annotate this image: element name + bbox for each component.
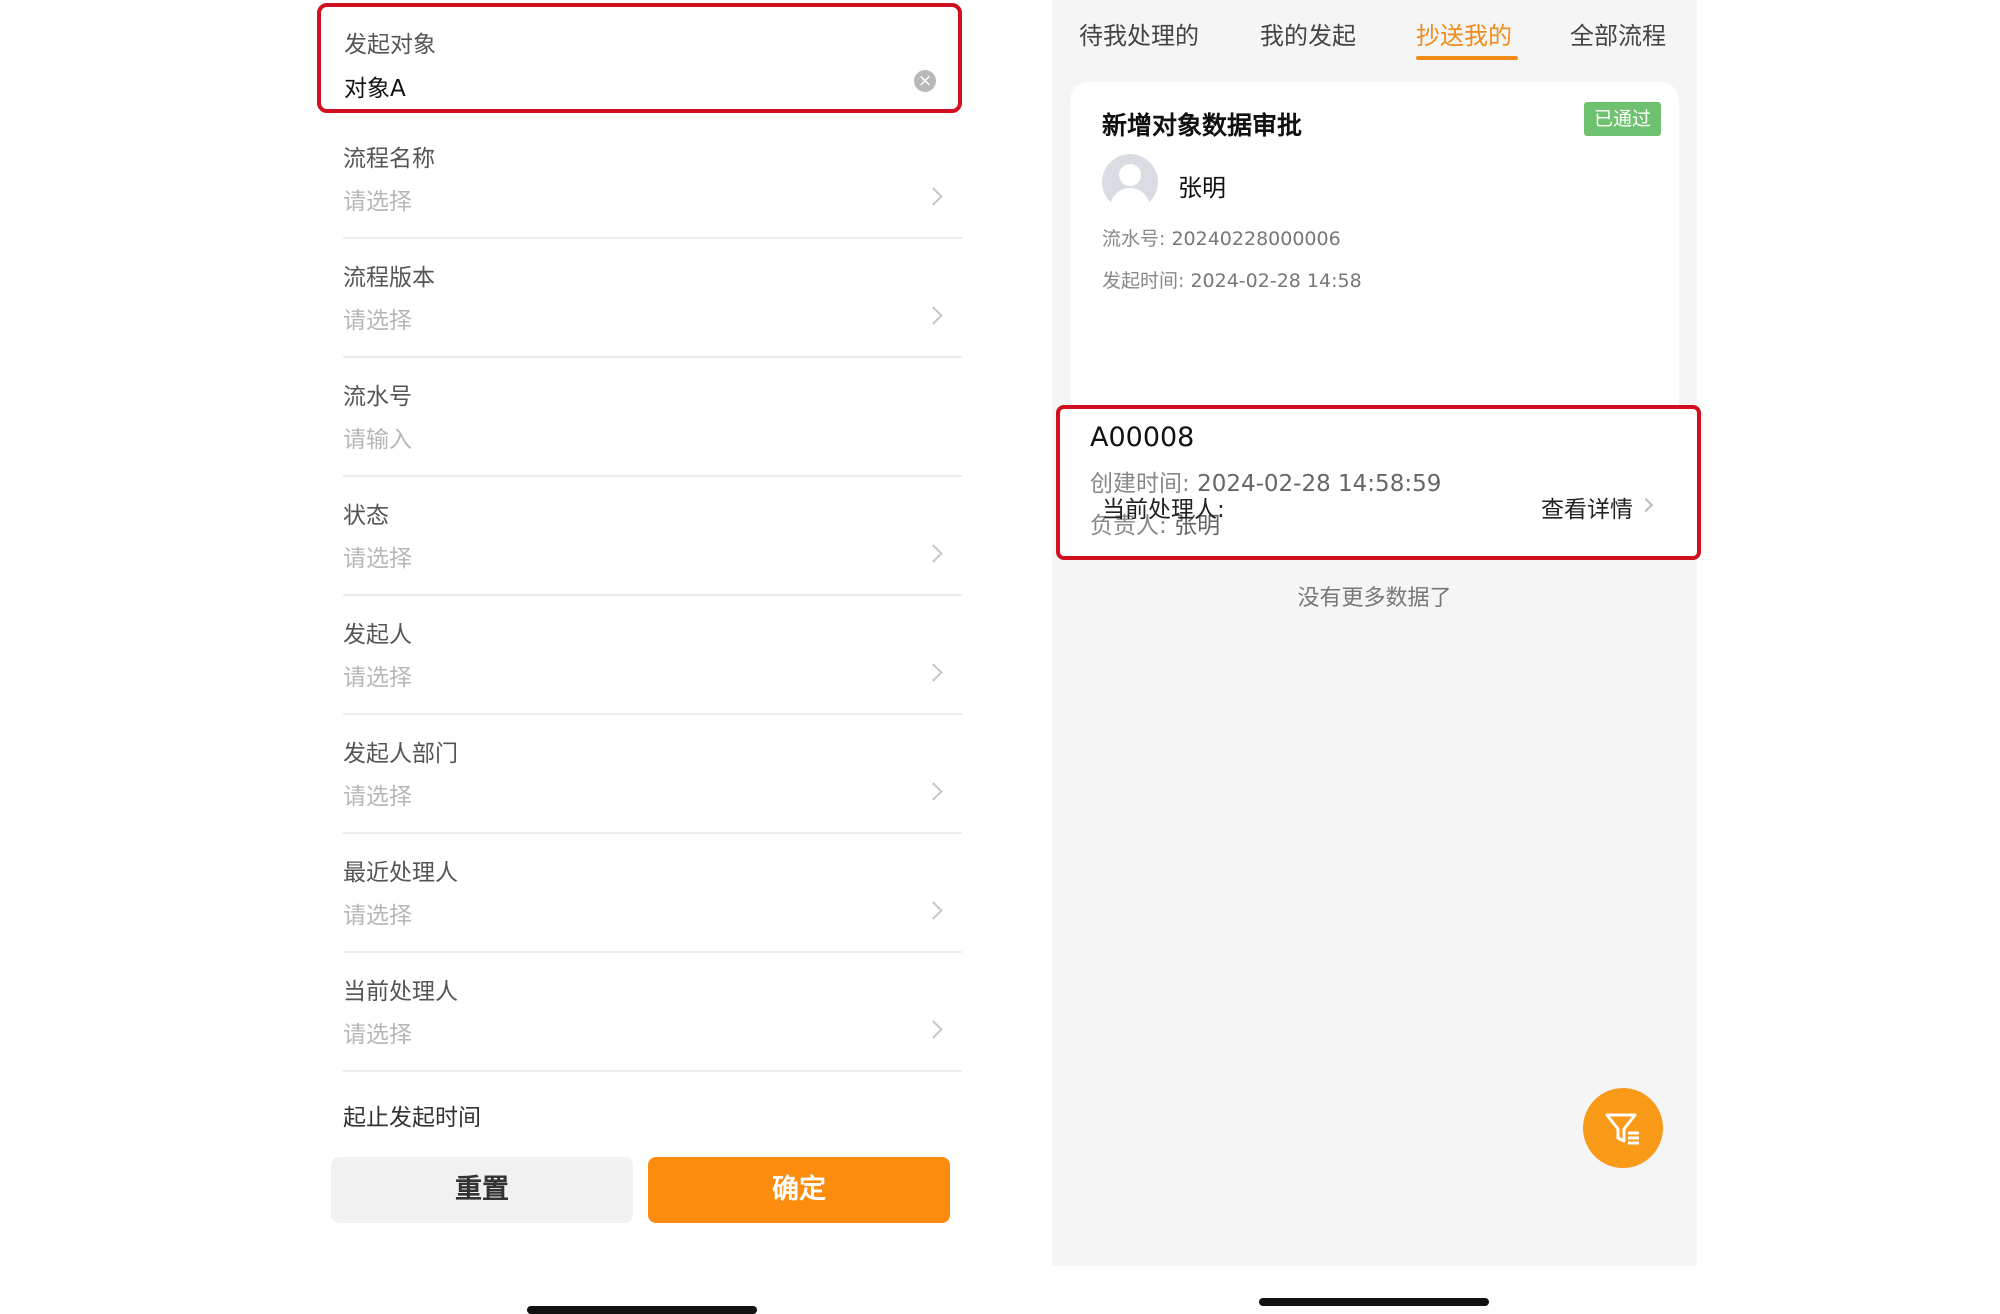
created-value: 2024-02-28 14:58:59 — [1197, 471, 1442, 497]
object-info-box: A00008 创建时间: 2024-02-28 14:58:59 负责人: 张明 — [1056, 405, 1701, 560]
filter-field[interactable]: 发起人 请选择 — [317, 600, 962, 719]
divider — [343, 475, 962, 477]
divider — [343, 594, 962, 596]
field-placeholder: 请输入 — [343, 427, 412, 453]
chevron-right-icon — [924, 544, 943, 563]
no-more-data: 没有更多数据了 — [1297, 586, 1452, 611]
chevron-right-icon — [924, 782, 943, 801]
tab-cc-me[interactable]: 抄送我的 — [1416, 16, 1512, 51]
avatar-body — [1110, 188, 1150, 210]
field-label: 流程版本 — [343, 265, 435, 291]
tab-pending[interactable]: 待我处理的 — [1079, 16, 1199, 51]
process-list-panel: 待我处理的 我的发起 抄送我的 全部流程 新增对象数据审批 已通过 张明 流水号… — [1052, 0, 1701, 1266]
tab-all-processes[interactable]: 全部流程 — [1570, 16, 1666, 51]
field-label: 状态 — [343, 503, 389, 529]
divider — [343, 1070, 962, 1072]
user-avatar-icon — [1102, 154, 1158, 210]
field-label: 发起人部门 — [343, 741, 458, 767]
field-placeholder: 请选择 — [343, 903, 412, 929]
start-time-row: 发起时间: 2024-02-28 14:58 — [1102, 266, 1362, 293]
start-time-value: 2024-02-28 14:58 — [1190, 270, 1362, 292]
chevron-right-icon — [924, 187, 943, 206]
clear-icon[interactable]: × — [914, 70, 936, 92]
divider — [343, 951, 962, 953]
card-title: 新增对象数据审批 — [1102, 111, 1303, 140]
action-bar: 重置 确定 — [317, 1145, 962, 1295]
filter-field[interactable]: 发起人部门 请选择 — [317, 719, 962, 838]
field-time-range[interactable]: 起止发起时间 — [317, 1088, 962, 1148]
active-tab-indicator — [1416, 56, 1518, 60]
status-badge: 已通过 — [1583, 102, 1661, 136]
avatar-head — [1119, 164, 1141, 186]
filter-field[interactable]: 最近处理人 请选择 — [317, 838, 962, 957]
field-label: 发起人 — [343, 622, 412, 648]
filter-field[interactable]: 流程版本 请选择 — [317, 243, 962, 362]
filter-panel: 发起对象 对象A × 流程名称 请选择 流程版本 请选择 流水号 请输入 状态 请选择 发起人请… — [317, 0, 962, 1312]
chevron-right-icon — [924, 306, 943, 325]
field-initiating-object[interactable]: 发起对象 对象A × — [317, 3, 962, 113]
start-time-label: 发起时间: — [1102, 270, 1185, 292]
serial-number-row: 流水号: 20240228000006 — [1102, 224, 1341, 251]
field-placeholder: 请选择 — [343, 189, 412, 215]
view-details-link[interactable]: 查看详情 — [1541, 490, 1633, 524]
chevron-right-icon — [924, 663, 943, 682]
field-label: 最近处理人 — [343, 860, 458, 886]
field-placeholder: 请选择 — [343, 308, 412, 334]
filter-field[interactable]: 状态 请选择 — [317, 481, 962, 600]
current-handler-label: 当前处理人: — [1102, 497, 1225, 523]
field-label: 起止发起时间 — [343, 1105, 481, 1131]
tab-bar: 待我处理的 我的发起 抄送我的 全部流程 — [1052, 0, 1697, 66]
object-code: A00008 — [1090, 422, 1195, 453]
home-indicator-left — [527, 1306, 757, 1314]
chevron-right-icon — [924, 901, 943, 920]
process-card[interactable]: 新增对象数据审批 已通过 张明 流水号: 20240228000006 发起时间… — [1056, 82, 1701, 560]
tab-my-initiated[interactable]: 我的发起 — [1260, 16, 1356, 51]
filter-icon — [1605, 1113, 1639, 1145]
divider — [343, 356, 962, 358]
initiator-name: 张明 — [1178, 174, 1226, 202]
field-label: 当前处理人 — [343, 979, 458, 1005]
filter-field[interactable]: 当前处理人 请选择 — [317, 957, 962, 1076]
filter-field[interactable]: 流水号 请输入 — [317, 362, 962, 481]
confirm-button[interactable]: 确定 — [648, 1157, 950, 1223]
field-label: 发起对象 — [344, 32, 436, 58]
reset-button[interactable]: 重置 — [331, 1157, 633, 1223]
field-label: 流程名称 — [343, 146, 435, 172]
chevron-right-icon — [924, 1020, 943, 1039]
filter-field[interactable]: 流程名称 请选择 — [317, 124, 962, 243]
field-placeholder: 请选择 — [343, 784, 412, 810]
field-placeholder: 请选择 — [343, 665, 412, 691]
serial-label: 流水号: — [1102, 228, 1166, 250]
filter-fab-button[interactable] — [1583, 1088, 1663, 1168]
serial-value: 20240228000006 — [1171, 228, 1341, 250]
divider — [343, 237, 962, 239]
initiating-object-value[interactable]: 对象A — [344, 69, 406, 103]
field-placeholder: 请选择 — [343, 1022, 412, 1048]
divider — [343, 713, 962, 715]
field-placeholder: 请选择 — [343, 546, 412, 572]
field-label: 流水号 — [343, 384, 412, 410]
home-indicator-right — [1259, 1298, 1489, 1306]
divider — [343, 832, 962, 834]
